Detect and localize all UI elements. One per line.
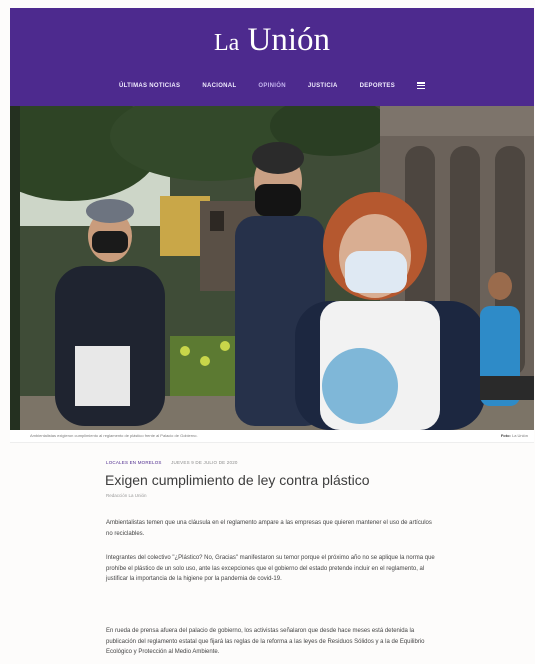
article-date: Jueves 9 de julio de 2020 xyxy=(171,460,238,465)
protest-photo-illustration xyxy=(10,106,534,430)
photo-caption: Ambientalistas exigieron cumplimiento al… xyxy=(30,433,198,438)
photo-credit-label: Foto: xyxy=(500,433,511,438)
article-category[interactable]: Locales en Morelos xyxy=(106,460,162,465)
photo-credit: Foto: La Unión xyxy=(501,433,528,438)
main-nav: Últimas noticias Nacional Opinión Justic… xyxy=(10,82,534,89)
article-paragraph-1: Ambientalistas temen que una cláusula en… xyxy=(106,520,432,537)
site-logo[interactable]: La Unión xyxy=(10,20,534,63)
article-byline: Redacción La Unión xyxy=(106,493,147,498)
article-paragraph-2: Integrantes del colectivo "¿Plástico? No… xyxy=(106,555,435,582)
article-photo xyxy=(10,106,534,430)
nav-item-nacional[interactable]: Nacional xyxy=(202,83,236,89)
site-header: La Unión Últimas noticias Nacional Opini… xyxy=(10,8,534,106)
nav-item-ultimas-noticias[interactable]: Últimas noticias xyxy=(119,83,180,89)
logo-prefix: La xyxy=(213,30,240,56)
hamburger-menu-icon[interactable] xyxy=(417,82,426,89)
article-paragraph-3: En rueda de prensa afuera del palacio de… xyxy=(106,628,425,655)
nav-item-deportes[interactable]: Deportes xyxy=(360,83,395,89)
photo-credit-name: La Unión xyxy=(511,433,528,438)
article-title: Exigen cumplimiento de ley contra plásti… xyxy=(105,472,370,488)
article-meta: Locales en Morelos Jueves 9 de julio de … xyxy=(106,460,238,465)
nav-item-justicia[interactable]: Justicia xyxy=(308,83,338,89)
nav-item-opinion[interactable]: Opinión xyxy=(258,83,285,89)
logo-name: Unión xyxy=(247,22,331,58)
photo-caption-bar: Ambientalistas exigieron cumplimiento al… xyxy=(10,430,534,443)
